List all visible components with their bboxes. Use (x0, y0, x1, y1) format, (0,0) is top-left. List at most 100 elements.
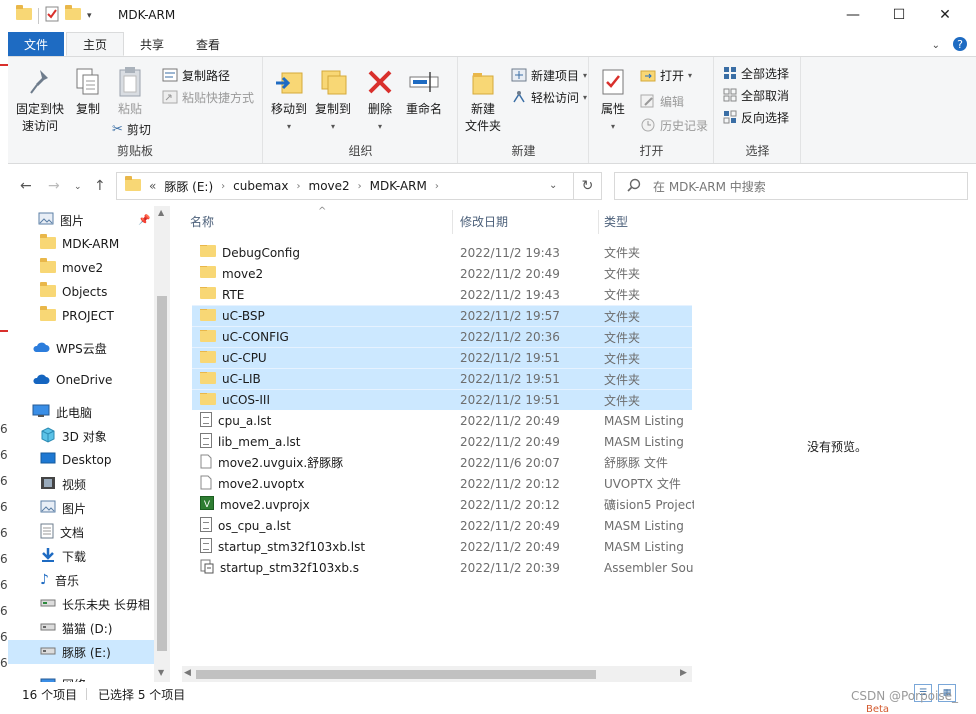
address-dropdown-icon[interactable]: ⌄ (549, 180, 557, 191)
chevron-down-icon[interactable]: ⌄ (932, 40, 940, 51)
paste-shortcut-button[interactable]: 粘贴快捷方式 (162, 87, 254, 107)
table-row[interactable]: uC-CPU 2022/11/2 19:51 文件夹 (192, 347, 692, 368)
table-row[interactable]: startup_stm32f103xb.lst 2022/11/2 20:49 MA… (192, 536, 692, 557)
forward-arrow-icon[interactable]: → (48, 178, 60, 194)
back-arrow-icon[interactable]: ← (20, 178, 32, 194)
table-row[interactable]: os_cpu_a.lst 2022/11/2 20:49 MASM Listing (192, 515, 692, 536)
table-row[interactable]: uCOS-III 2022/11/2 19:51 文件夹 (192, 389, 692, 410)
nav-item-pictures-pinned[interactable]: 图片 📌 (8, 208, 154, 232)
breadcrumb-overflow[interactable]: « (149, 179, 156, 193)
move-to-button[interactable]: 移动到 ▾ (268, 65, 310, 135)
help-icon[interactable]: ? (952, 36, 968, 55)
tab-share[interactable]: 共享 (124, 32, 180, 56)
address-bar[interactable]: « 豚豚 (E:) › cubemax › move2 › MDK-ARM › (116, 172, 574, 200)
nav-item-videos[interactable]: 视频 (8, 472, 154, 496)
breadcrumb-drive[interactable]: 豚豚 (E:) (164, 178, 213, 195)
table-row[interactable]: uC-LIB 2022/11/2 19:51 文件夹 (192, 368, 692, 389)
table-row[interactable]: lib_mem_a.lst 2022/11/2 20:49 MASM Listing (192, 431, 692, 452)
customize-dropdown-icon[interactable]: ▾ (87, 11, 92, 21)
history-button[interactable]: 历史记录 (640, 115, 708, 135)
scroll-left-icon[interactable]: ◀ (184, 668, 191, 678)
chevron-right-icon[interactable]: › (358, 181, 362, 192)
nav-item-objects[interactable]: Objects (8, 280, 154, 304)
invert-selection-button[interactable]: 反向选择 (723, 107, 789, 127)
close-button[interactable]: ✕ (922, 0, 968, 30)
file-type: 文件夹 (604, 246, 641, 260)
column-header-date[interactable]: 修改日期 (460, 206, 508, 236)
nav-item-move2[interactable]: move2 (8, 256, 154, 280)
nav-item-pictures[interactable]: 图片 (8, 496, 154, 520)
scroll-right-icon[interactable]: ▶ (680, 668, 687, 678)
nav-item-project[interactable]: PROJECT (8, 304, 154, 328)
cut-button[interactable]: ✂ 剪切 (112, 119, 151, 139)
breadcrumb-mdk-arm[interactable]: MDK-ARM (370, 179, 427, 193)
column-header-type[interactable]: 类型 (604, 206, 628, 236)
new-folder-icon[interactable] (65, 5, 81, 23)
edit-button[interactable]: 编辑 (640, 91, 684, 111)
nav-item-onedrive[interactable]: OneDrive (8, 368, 154, 392)
column-divider[interactable] (452, 210, 453, 234)
breadcrumb-cubemax[interactable]: cubemax (233, 179, 288, 193)
copy-path-button[interactable]: 复制路径 (162, 65, 230, 85)
table-row[interactable]: move2.uvoptx 2022/11/2 20:12 UVOPTX 文件 (192, 473, 692, 494)
new-folder-button[interactable]: 新建 文件夹 (463, 65, 503, 135)
table-row[interactable]: uC-BSP 2022/11/2 19:57 文件夹 (192, 305, 692, 326)
maximize-button[interactable]: ☐ (876, 0, 922, 30)
chevron-right-icon[interactable]: › (221, 181, 225, 192)
nav-item-drive-e[interactable]: 豚豚 (E:) (8, 640, 154, 664)
file-list-horizontal-scrollbar[interactable]: ◀ ▶ (182, 666, 692, 682)
nav-pane-scroll-thumb[interactable] (157, 296, 167, 651)
easy-access-button[interactable]: 轻松访问 ▾ (511, 87, 587, 107)
rename-button[interactable]: 重命名 (402, 65, 446, 118)
table-row[interactable]: uC-CONFIG 2022/11/2 20:36 文件夹 (192, 326, 692, 347)
nav-item-documents[interactable]: 文档 (8, 520, 154, 544)
table-row[interactable]: RTE 2022/11/2 19:43 文件夹 (192, 284, 692, 305)
search-box[interactable]: 在 MDK-ARM 中搜索 (614, 172, 968, 200)
nav-item-desktop[interactable]: Desktop (8, 448, 154, 472)
table-row[interactable]: cpu_a.lst 2022/11/2 20:49 MASM Listing (192, 410, 692, 431)
column-divider[interactable] (598, 210, 599, 234)
table-row[interactable]: move2.uvguix.舒豚豚 2022/11/6 20:07 舒豚豚 文件 (192, 452, 692, 473)
nav-item-3d-objects[interactable]: 3D 对象 (8, 424, 154, 448)
folder-icon[interactable] (16, 5, 32, 23)
table-row[interactable]: startup_stm32f103xb.s 2022/11/2 20:39 Asse… (192, 557, 694, 578)
nav-item-mdk-arm[interactable]: MDK-ARM (8, 232, 154, 256)
pin-to-quick-access-button[interactable]: 固定到快 速访问 (14, 65, 66, 135)
properties-button[interactable]: 属性 ▾ (596, 65, 630, 135)
select-none-button[interactable]: 全部取消 (723, 85, 789, 105)
chevron-right-icon[interactable]: › (297, 181, 301, 192)
copy-to-button[interactable]: 复制到 ▾ (312, 65, 354, 135)
delete-button[interactable]: 删除 ▾ (364, 65, 396, 135)
tab-file[interactable]: 文件 (8, 32, 65, 56)
breadcrumb-move2[interactable]: move2 (309, 179, 350, 193)
scroll-down-icon[interactable]: ▼ (158, 668, 164, 677)
properties-icon[interactable] (45, 6, 59, 25)
horizontal-scroll-thumb[interactable] (196, 670, 596, 679)
pin-icon[interactable]: 📌 (138, 215, 150, 226)
tab-home[interactable]: 主页 (66, 32, 125, 56)
open-button[interactable]: 打开 ▾ (640, 65, 692, 85)
nav-item-downloads[interactable]: 下载 (8, 544, 154, 568)
nav-item-this-pc[interactable]: 此电脑 (8, 400, 154, 424)
table-row[interactable]: DebugConfig 2022/11/2 19:43 文件夹 (192, 242, 692, 263)
tab-view[interactable]: 查看 (180, 32, 236, 56)
new-item-button[interactable]: 新建项目 ▾ (511, 65, 587, 85)
nav-item-network[interactable]: 网络 (8, 672, 154, 682)
column-header-name[interactable]: 名称 (190, 206, 214, 236)
nav-item-wps-cloud[interactable]: WPS云盘 (8, 336, 154, 360)
nav-item-drive-d[interactable]: 猫猫 (D:) (8, 616, 154, 640)
copy-button[interactable]: 复制 (70, 65, 106, 118)
select-all-button[interactable]: 全部选择 (723, 63, 789, 83)
paste-button[interactable]: 粘贴 (112, 65, 148, 118)
scroll-up-icon[interactable]: ▲ (158, 208, 164, 217)
refresh-button[interactable]: ↻ (574, 172, 602, 200)
nav-item-music[interactable]: ♪ 音乐 (8, 568, 154, 592)
recent-locations-chevron-icon[interactable]: ⌄ (74, 182, 82, 192)
minimize-button[interactable]: — (830, 0, 876, 30)
table-row[interactable]: move2 2022/11/2 20:49 文件夹 (192, 263, 692, 284)
chevron-right-icon[interactable]: › (435, 181, 439, 192)
nav-pane-scrollbar[interactable]: ▲ ▼ (154, 206, 170, 682)
table-row[interactable]: Vmove2.uvprojx 2022/11/2 20:12 礦ision5 Pro… (192, 494, 694, 515)
up-arrow-icon[interactable]: ↑ (94, 178, 106, 194)
nav-item-network-drive[interactable]: 长乐未央 长毋相 (8, 592, 154, 616)
